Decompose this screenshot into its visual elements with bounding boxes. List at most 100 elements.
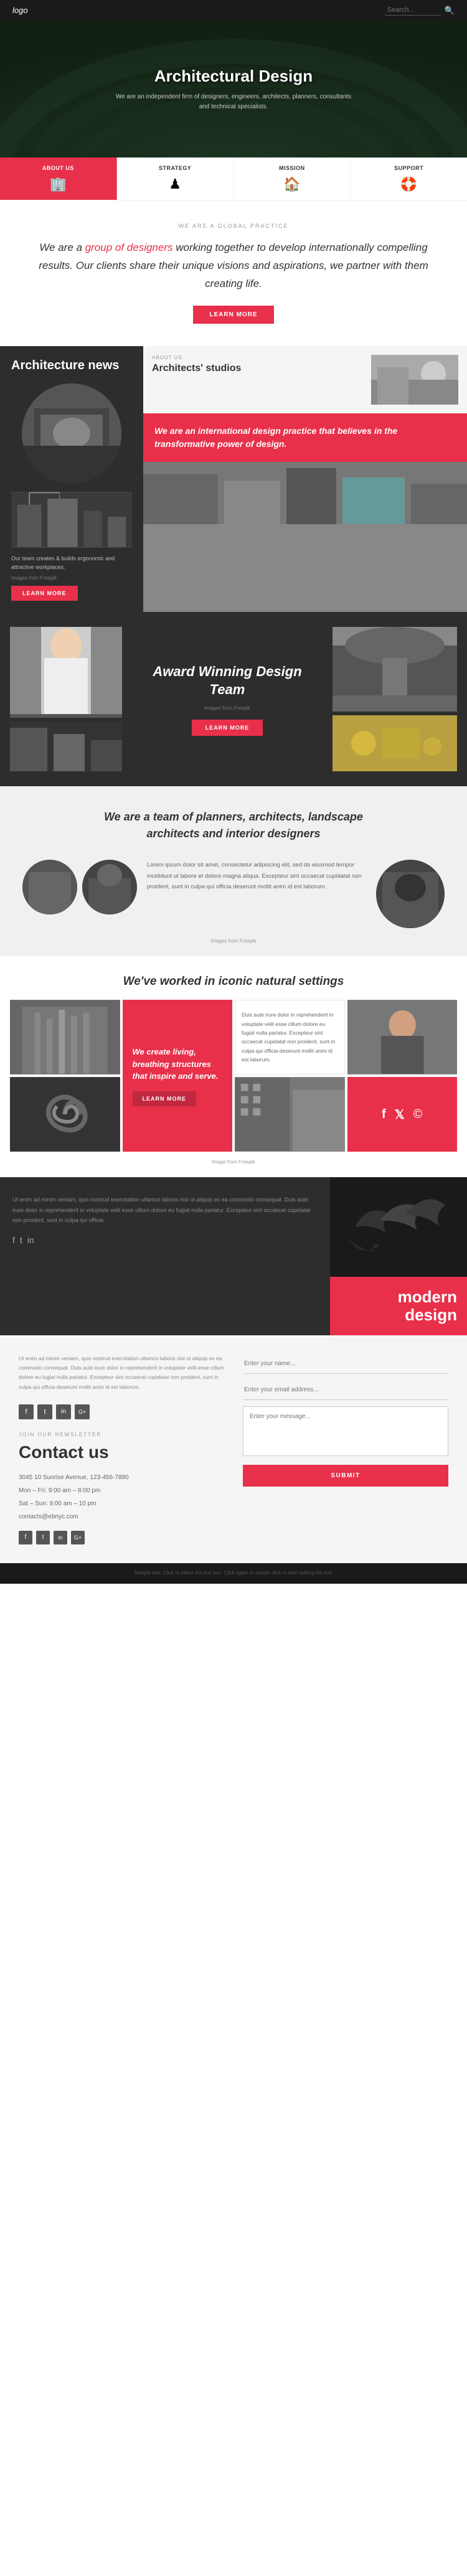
iconic-cell-living: We create living, breathing structures t…: [123, 1000, 233, 1152]
planners-circles-left: [22, 860, 137, 914]
nav-tab-support-label: SUPPORT: [394, 165, 423, 171]
chess-icon: ♟: [169, 176, 181, 192]
site-header: logo 🔍: [0, 0, 467, 21]
global-practice-subtitle: WE ARE A GLOBAL PRACTICE: [37, 223, 430, 229]
contact-right: SUBMIT: [243, 1354, 448, 1544]
iconic-spiral-svg: [10, 1077, 120, 1152]
nav-tab-mission[interactable]: MISSION 🏠: [234, 157, 351, 200]
contact-left-text: Ut enim ad minim veniam, quis nostrud ex…: [19, 1354, 224, 1392]
circle2-svg: [82, 860, 137, 914]
studios-top: ABOUT US Architects' studios: [143, 346, 467, 413]
news-small-image: [11, 492, 132, 548]
award-img-credit: Images from Freepik: [204, 705, 250, 711]
contact-email: contacts@ebnyc.com: [19, 1510, 224, 1523]
search-input[interactable]: [385, 5, 441, 16]
iconic-living-learn-more-btn[interactable]: LEARN MORE: [133, 1091, 197, 1106]
nav-tab-strategy[interactable]: STRATEGY ♟: [117, 157, 234, 200]
contact-tw-icon[interactable]: t: [37, 1404, 52, 1419]
planners-row: Lorem ipsum dolor sit amet, consectetur …: [22, 860, 445, 928]
modern-left-text: Ut enim ad minim veniam, quis nostrud ex…: [12, 1195, 318, 1225]
bottom-gp-icon[interactable]: G+: [71, 1531, 85, 1544]
award-yellow-svg: [333, 715, 457, 771]
bottom-in-icon[interactable]: in: [54, 1531, 67, 1544]
modern-bird-svg: [330, 1177, 467, 1277]
iconic-title: We've worked in iconic natural settings: [10, 975, 457, 989]
award-right-img-yellow: [333, 715, 457, 771]
contact-left: Ut enim ad minim veniam, quis nostrud ex…: [19, 1354, 243, 1544]
search-icon[interactable]: 🔍: [445, 6, 455, 16]
planner-circle-big: [376, 860, 445, 928]
highlight-designers: group of designers: [85, 242, 173, 253]
newsletter-label: JOIN OUR NEWSLETTER: [19, 1432, 224, 1437]
contact-in-icon[interactable]: in: [56, 1404, 71, 1419]
modern-fb-icon[interactable]: f: [12, 1235, 15, 1245]
site-footer: Sample text. Click to select the text bo…: [0, 1563, 467, 1584]
global-practice-section: WE ARE A GLOBAL PRACTICE We are a group …: [0, 200, 467, 346]
iconic-cell-person: [347, 1000, 458, 1074]
contact-address-line3: Sat – Sun: 9:00 am – 10 pm: [19, 1497, 224, 1510]
hero-arch-decoration: [0, 21, 467, 157]
nav-tabs: ABOUT US 🏢 STRATEGY ♟ MISSION 🏠 SUPPORT …: [0, 157, 467, 200]
studios-img-svg: [371, 355, 458, 405]
planners-title: We are a team of planners, architects, l…: [78, 809, 389, 842]
contact-title: Contact us: [19, 1442, 224, 1462]
iconic-grid: We create living, breathing structures t…: [10, 1000, 457, 1152]
global-practice-learn-more-btn[interactable]: LEARN MORE: [193, 306, 273, 324]
facebook-icon[interactable]: f: [382, 1107, 386, 1122]
news-learn-more-btn[interactable]: LEARN MORE: [11, 586, 78, 601]
iconic-img-credit: Image from Freepik: [10, 1159, 457, 1165]
instagram-icon[interactable]: ©: [413, 1107, 423, 1122]
modern-design-line2: design: [340, 1306, 457, 1324]
nav-tab-strategy-label: STRATEGY: [159, 165, 191, 171]
award-right-images: [333, 627, 457, 771]
contact-gp-icon[interactable]: G+: [75, 1404, 90, 1419]
planner-circle-1: [22, 860, 77, 914]
home-icon: 🏠: [283, 176, 300, 192]
bottom-fb-icon[interactable]: f: [19, 1531, 32, 1544]
contact-social-icons: f t in G+: [19, 1404, 224, 1419]
iconic-person-svg: [347, 1000, 458, 1074]
modern-ig-icon[interactable]: in: [27, 1235, 34, 1245]
award-center: Award Winning Design Team Images from Fr…: [128, 627, 326, 771]
modern-tw-icon[interactable]: t: [20, 1235, 22, 1245]
studios-about-label: ABOUT US: [152, 355, 364, 360]
contact-email-input[interactable]: [243, 1380, 448, 1400]
award-person-svg: [10, 627, 122, 714]
global-practice-text: We are a group of designers working toge…: [37, 239, 430, 293]
twitter-icon[interactable]: 𝕏: [395, 1107, 405, 1122]
news-circle-img-svg: [22, 383, 121, 483]
iconic-bldg1-svg: [10, 1000, 120, 1074]
nav-tab-support[interactable]: SUPPORT 🛟: [351, 157, 467, 200]
bottom-tw-icon[interactable]: t: [36, 1531, 50, 1544]
circle1-svg: [22, 860, 77, 914]
studios-text-area: ABOUT US Architects' studios: [152, 355, 364, 379]
modern-bird-image: [330, 1177, 467, 1277]
contact-message-input[interactable]: [243, 1406, 448, 1456]
award-img-person: [10, 627, 122, 718]
contact-name-input[interactable]: [243, 1354, 448, 1374]
nav-tab-mission-label: MISSION: [279, 165, 305, 171]
nav-tab-about[interactable]: ABOUT US 🏢: [0, 157, 117, 200]
modern-social-row: f t in: [12, 1235, 318, 1245]
news-img-credit: Images from Freepik: [11, 575, 132, 581]
modern-right: modern design: [330, 1177, 467, 1335]
news-circle-image: [22, 383, 121, 483]
contact-address-line2: Mon – Fri: 9:00 am – 8:00 pm: [19, 1484, 224, 1497]
iconic-cell-text: Duis aute irure dolor in reprehenderit i…: [235, 1000, 345, 1074]
award-right-img-top: [333, 627, 457, 712]
planners-description: Lorem ipsum dolor sit amet, consectetur …: [147, 860, 366, 891]
news-building-svg: [11, 492, 132, 548]
award-small-svg: [10, 722, 122, 771]
iconic-cell-spiral: [10, 1077, 120, 1152]
footer-text: Sample text. Click to select the text bo…: [12, 1569, 455, 1577]
news-title: Architecture news: [11, 357, 132, 374]
contact-submit-btn[interactable]: SUBMIT: [243, 1465, 448, 1487]
award-learn-more-btn[interactable]: LEARN MORE: [192, 720, 263, 736]
header-search: 🔍: [385, 5, 455, 16]
award-title: Award Winning Design Team: [134, 663, 320, 698]
hero-title: Architectural Design: [154, 67, 313, 86]
contact-fb-icon[interactable]: f: [19, 1404, 34, 1419]
contact-section: Ut enim ad minim veniam, quis nostrud ex…: [0, 1335, 467, 1563]
award-section: Award Winning Design Team Images from Fr…: [0, 612, 467, 786]
modern-left: Ut enim ad minim veniam, quis nostrud ex…: [0, 1177, 330, 1335]
